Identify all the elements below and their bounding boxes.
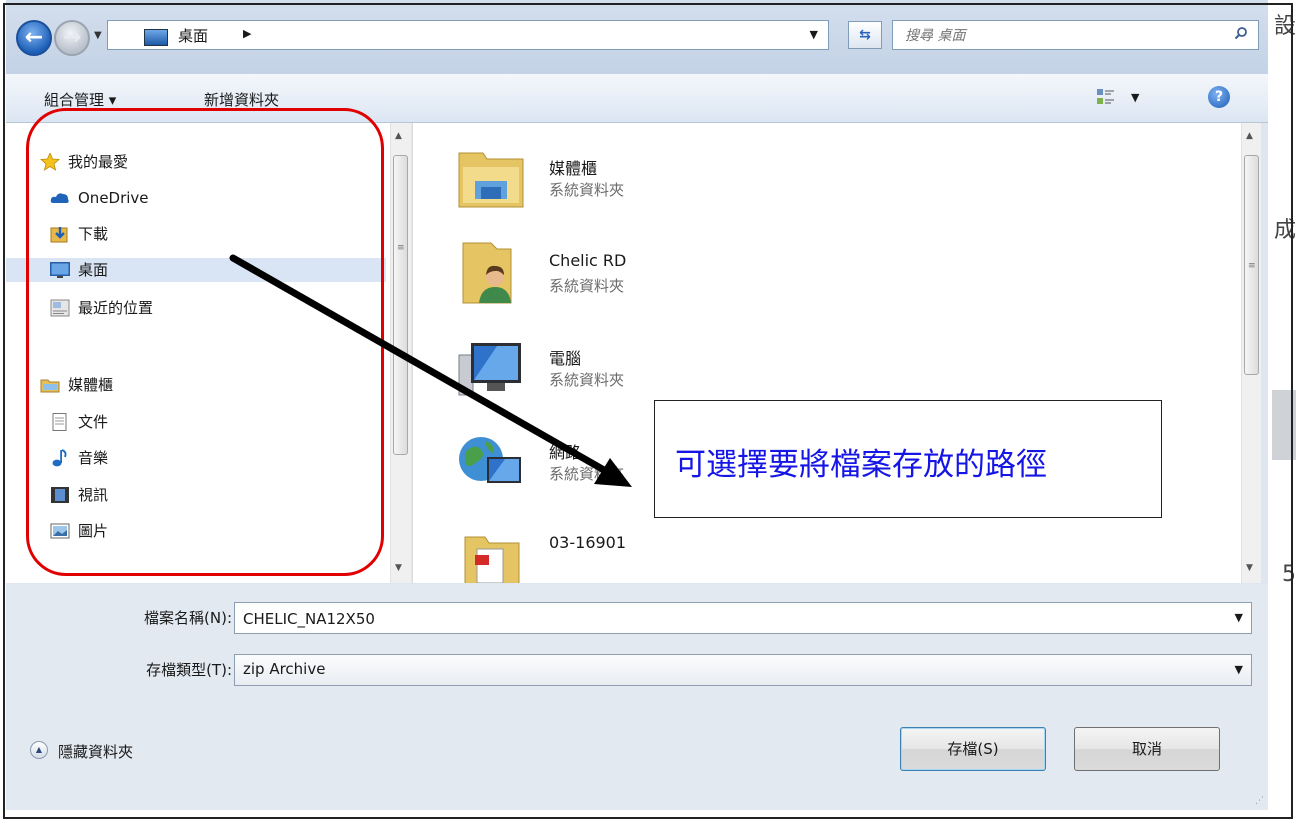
filetype-select[interactable]: zip Archive ▼ [234,654,1252,686]
documents-icon [52,413,67,431]
file-type: 系統資料夾 [549,371,625,389]
sidebar-label: 音樂 [78,449,109,467]
star-icon [40,153,60,171]
music-icon [52,449,67,467]
bg-gray-bar [1272,390,1296,460]
sidebar-label: 桌面 [78,261,109,279]
bg-char-1: 設 [1273,14,1296,39]
scrollbar-thumb[interactable] [393,155,408,455]
desktop-icon [144,29,168,46]
file-type: 系統資料夾 [549,277,625,295]
hide-folders-label: 隱藏資料夾 [58,743,134,761]
libraries-folder-icon [458,152,524,208]
sidebar-label: 我的最愛 [68,153,129,171]
navigation-scrollbar[interactable]: ▲ ≡ ▼ [390,123,411,583]
file-list-scrollbar[interactable]: ▲ ≡ ▼ [1241,123,1261,583]
organize-menu[interactable]: 組合管理 ▾ [44,89,116,110]
filename-input[interactable] [241,607,1145,631]
sidebar-label: 圖片 [78,522,109,540]
user-folder-icon [462,242,512,304]
libraries-icon [40,379,60,393]
sidebar-label: 下載 [78,225,109,243]
desktop-icon [50,262,70,278]
file-name: 電腦 [549,349,582,368]
new-folder-button[interactable]: 新增資料夾 [204,89,279,110]
search-icon[interactable] [1234,26,1248,40]
cancel-button[interactable]: 取消 [1074,727,1220,771]
scrollbar-grip-icon: ≡ [397,243,405,253]
bg-char-2: 成 [1273,218,1296,243]
back-arrow-icon: ← [24,25,44,50]
save-button[interactable]: 存檔(S) [900,727,1046,771]
file-type: 系統資料夾 [549,465,625,483]
sidebar-item-desktop[interactable]: 桌面 [6,258,386,282]
filetype-value: zip Archive [243,660,326,678]
forward-arrow-icon: → [62,25,82,50]
collapse-arrow-icon: ▲ [30,741,48,759]
recent-pages-dropdown-icon[interactable]: ▼ [94,30,102,41]
address-dropdown-icon[interactable]: ▼ [810,28,818,41]
address-bar-area: ← → ▼ 桌面 ▶ ▼ ⇆ [6,0,1268,74]
network-icon [459,437,521,483]
file-name: 網路 [549,443,582,462]
pictures-icon [50,523,70,539]
file-name: Chelic RD [549,251,627,270]
filename-label: 檔案名稱(N): [144,609,232,627]
recent-places-icon [50,299,70,317]
refresh-button[interactable]: ⇆ [848,21,882,49]
scroll-up-arrow-icon[interactable]: ▲ [395,131,402,141]
search-input[interactable] [903,24,1207,48]
scrollbar-grip-icon: ≡ [1248,261,1256,271]
filetype-label: 存檔類型(T): [146,661,232,679]
command-bar: 組合管理 ▾ 新增資料夾 ▼ ? [6,74,1268,123]
filetype-dropdown-icon[interactable]: ▼ [1235,663,1243,676]
view-options-dropdown-icon[interactable]: ▼ [1131,91,1139,104]
save-form-area: 檔案名稱(N): ▼ 存檔類型(T): zip Archive ▼ ▲ 隱藏資料… [6,584,1268,810]
sidebar-label: 最近的位置 [78,299,154,317]
refresh-icon: ⇆ [859,27,871,43]
change-view-icon[interactable] [1096,87,1116,107]
navigation-pane: 我的最愛 OneDrive 下載 桌面 最近的位置 媒體櫃 文件 音樂 視訊 圖… [6,123,411,583]
scroll-down-arrow-icon[interactable]: ▼ [395,563,402,573]
downloads-icon [50,227,68,243]
resize-grip-icon[interactable]: ⋰ [1255,796,1264,806]
search-box[interactable] [892,20,1259,50]
background-page-strip: 設 成 5 [1268,0,1298,823]
sidebar-label: 視訊 [78,486,109,504]
scroll-up-arrow-icon[interactable]: ▲ [1246,131,1253,141]
file-type: 系統資料夾 [549,181,625,199]
filename-combobox[interactable]: ▼ [234,602,1252,634]
bg-char-3: 5 [1282,562,1296,587]
file-name: 媒體櫃 [549,159,598,178]
videos-icon [51,487,69,503]
file-name: 03-16901 [549,533,627,552]
sidebar-label: 文件 [78,413,109,431]
onedrive-icon [50,193,69,203]
scroll-down-arrow-icon[interactable]: ▼ [1246,563,1253,573]
filename-dropdown-icon[interactable]: ▼ [1235,611,1243,624]
callout-text: 可選擇要將檔案存放的路徑 [675,447,1047,483]
forward-button[interactable]: → [54,20,90,56]
breadcrumb-arrow-icon[interactable]: ▶ [243,27,251,40]
save-as-dialog: ← → ▼ 桌面 ▶ ▼ ⇆ 組合管理 ▾ 新增資料夾 ▼ ? 我的最愛 [6,0,1268,810]
computer-icon [458,343,521,396]
address-box[interactable]: 桌面 ▶ ▼ [107,20,829,50]
back-button[interactable]: ← [16,20,52,56]
breadcrumb-desktop[interactable]: 桌面 [178,25,208,46]
help-icon[interactable]: ? [1208,86,1230,108]
annotation-callout-box: 可選擇要將檔案存放的路徑 [654,400,1162,518]
pdf-file-icon [464,536,520,583]
sidebar-label: OneDrive [78,189,149,207]
sidebar-label: 媒體櫃 [68,376,114,394]
